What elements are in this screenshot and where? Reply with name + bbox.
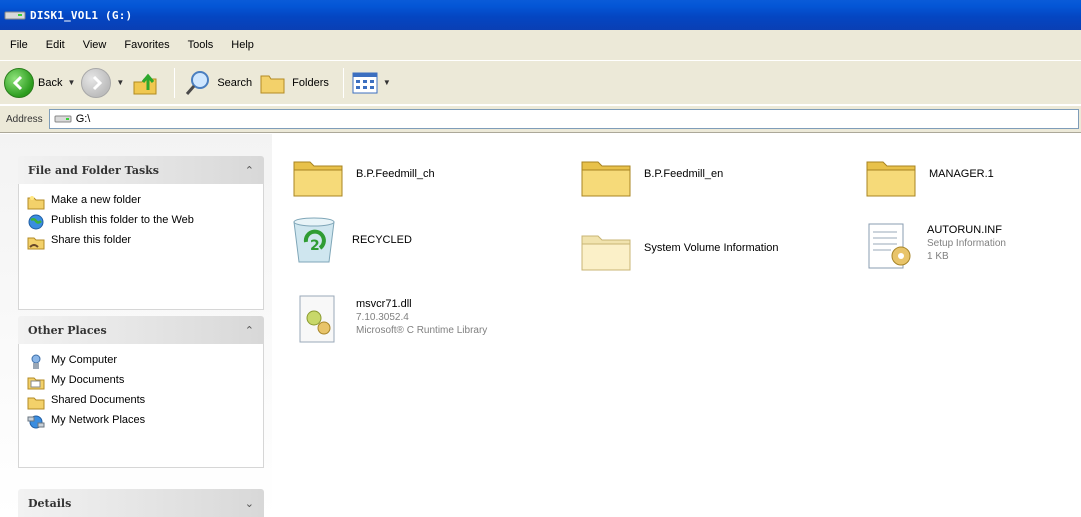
place-label: My Network Places <box>51 414 146 426</box>
collapse-icon[interactable]: ⌃ <box>245 164 254 177</box>
place-label: Shared Documents <box>51 394 146 406</box>
file-name: msvcr71.dll <box>356 298 412 310</box>
network-places-icon <box>27 415 45 429</box>
file-item[interactable]: B.P.Feedmill_ch <box>290 148 435 204</box>
folders-button[interactable]: Folders <box>258 66 329 100</box>
file-name: B.P.Feedmill_en <box>644 168 724 180</box>
folders-label: Folders <box>292 76 329 89</box>
file-item[interactable]: msvcr71.dll 7.10.3052.4 Microsoft® C Run… <box>290 292 487 348</box>
panel-header[interactable]: Other Places ⌃ <box>18 316 264 344</box>
address-label: Address <box>6 113 43 125</box>
forward-arrow-icon <box>81 67 112 98</box>
search-icon <box>186 70 210 95</box>
panel-header[interactable]: File and Folder Tasks ⌃ <box>18 156 264 184</box>
file-name: RECYCLED <box>352 234 412 246</box>
address-bar: Address G:\ <box>0 105 1081 133</box>
folder-icon <box>866 161 916 197</box>
file-item[interactable]: AUTORUN.INF Setup Information 1 KB <box>861 218 1006 274</box>
toolbar: Back ▼ ▼ Search Folders ▼ <box>0 60 1081 104</box>
task-pane: File and Folder Tasks ⌃ Make a new folde… <box>0 134 272 517</box>
toolbar-separator <box>342 67 344 98</box>
folder-up-icon <box>133 73 157 94</box>
place-my-computer[interactable]: My Computer <box>27 354 255 370</box>
file-name: System Volume Information <box>644 242 779 254</box>
file-type: Setup Information <box>927 238 1006 249</box>
drive-icon <box>54 115 72 123</box>
recycle-bin-icon: 2 <box>293 217 335 263</box>
globe-icon <box>28 214 44 230</box>
file-description: Microsoft® C Runtime Library <box>356 325 488 336</box>
title-bar[interactable]: DISK1_VOL1 (G:) <box>0 0 1081 30</box>
folders-icon <box>260 75 285 93</box>
back-label: Back <box>38 76 63 89</box>
address-field[interactable]: G:\ <box>48 109 1079 129</box>
toolbar-separator <box>174 67 176 98</box>
task-publish-folder[interactable]: Publish this folder to the Web <box>27 214 255 230</box>
file-name: MANAGER.1 <box>929 168 994 180</box>
my-documents-icon <box>27 377 45 390</box>
file-item[interactable]: 2 RECYCLED <box>286 212 412 268</box>
file-folder-tasks-panel: File and Folder Tasks ⌃ Make a new folde… <box>18 156 264 310</box>
place-my-documents[interactable]: My Documents <box>27 374 255 390</box>
folder-icon <box>581 161 631 197</box>
views-button[interactable]: ▼ <box>352 66 391 100</box>
views-icon <box>352 72 378 93</box>
file-name: AUTORUN.INF <box>927 224 1002 236</box>
menu-favorites[interactable]: Favorites <box>124 39 169 51</box>
file-name: B.P.Feedmill_ch <box>356 168 435 180</box>
file-list-area: B.P.Feedmill_ch B.P.Feedmill_en MANAGER.… <box>272 134 1081 517</box>
my-computer-icon <box>31 354 41 369</box>
file-item[interactable]: System Volume Information <box>578 222 779 278</box>
panel-title: File and Folder Tasks <box>28 163 159 177</box>
menu-tools[interactable]: Tools <box>188 39 214 51</box>
menu-help[interactable]: Help <box>231 39 254 51</box>
svg-text:2: 2 <box>310 238 320 254</box>
dll-file-icon <box>299 295 335 343</box>
place-label: My Documents <box>51 374 125 386</box>
task-share-folder[interactable]: Share this folder <box>27 234 255 250</box>
task-make-new-folder[interactable]: Make a new folder <box>27 194 255 210</box>
expand-icon[interactable]: ⌄ <box>245 497 254 510</box>
task-label: Publish this folder to the Web <box>51 214 194 226</box>
share-folder-icon <box>27 237 45 250</box>
setup-information-icon <box>868 223 911 269</box>
forward-dropdown-icon[interactable]: ▼ <box>116 78 124 87</box>
place-label: My Computer <box>51 354 118 366</box>
menu-view[interactable]: View <box>83 39 107 51</box>
up-button[interactable] <box>130 66 160 100</box>
back-dropdown-icon[interactable]: ▼ <box>67 78 75 87</box>
file-item[interactable]: MANAGER.1 <box>863 148 994 204</box>
place-shared-documents[interactable]: Shared Documents <box>27 394 255 410</box>
task-label: Make a new folder <box>51 194 141 206</box>
task-label: Share this folder <box>51 234 132 246</box>
address-value: G:\ <box>75 113 91 125</box>
search-label: Search <box>217 76 253 89</box>
other-places-panel: Other Places ⌃ My Computer My Documents <box>18 316 264 468</box>
forward-button[interactable]: ▼ <box>81 66 124 100</box>
shared-documents-icon <box>27 397 45 410</box>
menu-edit[interactable]: Edit <box>46 39 65 51</box>
file-size: 1 KB <box>927 251 949 262</box>
collapse-icon[interactable]: ⌃ <box>245 324 254 337</box>
menu-bar: File Edit View Favorites Tools Help <box>0 30 1081 60</box>
drive-icon <box>4 11 26 20</box>
system-folder-icon <box>581 235 631 271</box>
file-version: 7.10.3052.4 <box>356 312 409 323</box>
panel-title: Other Places <box>28 323 107 337</box>
window-title: DISK1_VOL1 (G:) <box>30 8 133 22</box>
place-my-network-places[interactable]: My Network Places <box>27 414 255 430</box>
views-dropdown-icon[interactable]: ▼ <box>383 78 391 87</box>
menu-file[interactable]: File <box>10 39 28 51</box>
back-arrow-icon <box>4 67 34 98</box>
back-button[interactable]: Back ▼ <box>4 66 75 100</box>
panel-title: Details <box>28 496 72 510</box>
search-button[interactable]: Search <box>183 66 252 100</box>
folder-icon <box>293 161 343 197</box>
details-panel: Details ⌄ <box>18 489 264 517</box>
file-item[interactable]: B.P.Feedmill_en <box>578 148 723 204</box>
panel-header[interactable]: Details ⌄ <box>18 489 264 517</box>
new-folder-icon <box>27 196 45 210</box>
